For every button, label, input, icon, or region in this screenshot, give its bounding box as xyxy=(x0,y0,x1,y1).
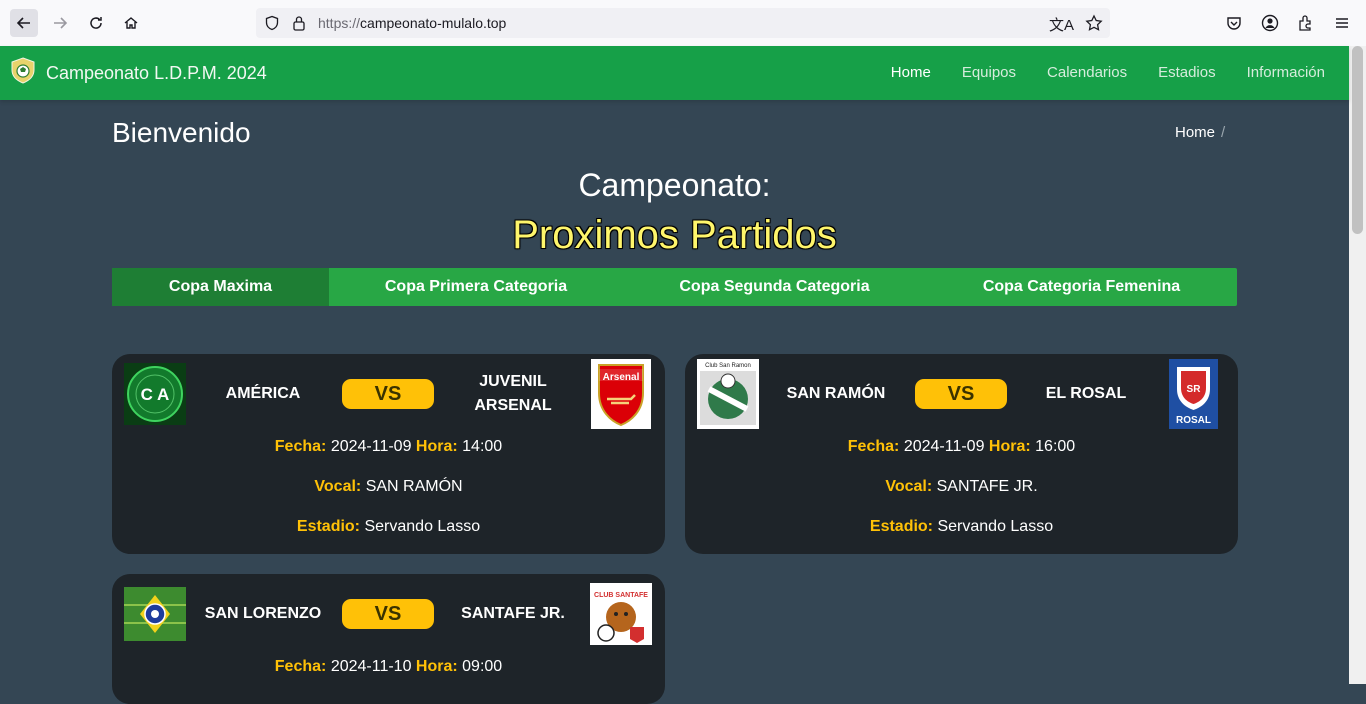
estadio-label: Estadio: xyxy=(296,518,361,535)
san-ramon-logo-text: Club San Ramon xyxy=(705,363,751,369)
account-icon[interactable] xyxy=(1260,13,1280,33)
heading-campeonato: Campeonato: xyxy=(578,167,771,203)
vs-badge: VS xyxy=(915,379,1007,409)
estadio-value: Servando Lasso xyxy=(937,518,1054,535)
shield-icon[interactable] xyxy=(264,15,280,31)
svg-text:SR: SR xyxy=(1187,384,1202,395)
hora-label: Hora: xyxy=(988,438,1031,455)
america-logo-text: C A xyxy=(141,385,170,404)
match-estadio: Estadio: Servando Lasso xyxy=(685,518,1238,536)
address-bar[interactable]: https://campeonato-mulalo.top 文A xyxy=(256,8,1110,38)
fecha-value: 2024-11-09 xyxy=(903,438,985,455)
browser-toolbar: https://campeonato-mulalo.top 文A xyxy=(0,0,1366,47)
fecha-label: Fecha: xyxy=(274,658,327,675)
san-lorenzo-logo-icon xyxy=(124,587,186,641)
breadcrumb-home[interactable]: Home xyxy=(1175,124,1215,141)
translate-icon[interactable]: 文A xyxy=(1049,14,1074,35)
nav-home[interactable]: Home xyxy=(891,64,931,81)
back-button[interactable] xyxy=(10,9,38,37)
hora-label: Hora: xyxy=(415,438,458,455)
home-icon xyxy=(124,17,138,29)
away-team-name: SANTAFE JR. xyxy=(461,605,565,622)
match-card: SAN LORENZO VS SANTAFE JR. CLUB SANTAFE … xyxy=(112,574,665,704)
forward-button[interactable] xyxy=(46,9,74,37)
pocket-icon[interactable] xyxy=(1224,13,1244,33)
santafe-logo-text: CLUB SANTAFE xyxy=(594,592,648,599)
vs-badge: VS xyxy=(342,599,434,629)
reload-button[interactable] xyxy=(82,9,110,37)
estadio-label: Estadio: xyxy=(869,518,934,535)
url-text[interactable]: https://campeonato-mulalo.top xyxy=(318,15,506,31)
match-card: Club San Ramon SAN RAMÓN VS EL ROSAL SR … xyxy=(685,354,1238,554)
san-ramon-logo-icon: Club San Ramon xyxy=(697,359,759,429)
santafe-logo-icon: CLUB SANTAFE xyxy=(590,583,652,645)
tab-copa-segunda-categoria[interactable]: Copa Segunda Categoria xyxy=(623,268,926,306)
extensions-icon[interactable] xyxy=(1296,13,1316,33)
nav-informacion[interactable]: Información xyxy=(1247,64,1325,81)
match-datetime: Fecha: 2024-11-09 Hora: 16:00 xyxy=(685,438,1238,456)
nav-equipos[interactable]: Equipos xyxy=(962,64,1016,81)
vocal-label: Vocal: xyxy=(314,478,362,495)
away-team-name: JUVENIL ARSENAL xyxy=(474,373,552,414)
match-estadio: Estadio: Servando Lasso xyxy=(112,518,665,536)
page-scrollbar[interactable] xyxy=(1349,46,1366,684)
arsenal-logo-icon: Arsenal xyxy=(591,359,651,429)
america-logo-icon: C A xyxy=(124,363,186,425)
cup-tabs: Copa Maxima Copa Primera Categoria Copa … xyxy=(112,268,1237,306)
hora-value: 09:00 xyxy=(462,658,503,675)
hora-label: Hora: xyxy=(415,658,458,675)
el-rosal-logo-icon: SR ROSAL xyxy=(1169,359,1218,429)
breadcrumb-separator: / xyxy=(1221,124,1226,141)
match-datetime: Fecha: 2024-11-09 Hora: 14:00 xyxy=(112,438,665,456)
vocal-label: Vocal: xyxy=(885,478,933,495)
home-team-name: SAN RAMÓN xyxy=(786,385,886,402)
scrollbar-thumb[interactable] xyxy=(1352,46,1363,234)
tab-copa-primera-categoria[interactable]: Copa Primera Categoria xyxy=(329,268,623,306)
forward-arrow-icon xyxy=(54,17,68,29)
nav-estadios[interactable]: Estadios xyxy=(1158,64,1216,81)
match-card: C A AMÉRICA VS JUVENIL ARSENAL Arsenal F… xyxy=(112,354,665,554)
hora-value: 14:00 xyxy=(462,438,503,455)
page-title: Bienvenido xyxy=(112,117,251,148)
fecha-value: 2024-11-10 xyxy=(330,658,412,675)
tab-copa-maxima[interactable]: Copa Maxima xyxy=(112,268,329,306)
el-rosal-logo-text: ROSAL xyxy=(1176,415,1211,426)
heading-proximos-partidos: Proximos Partidos xyxy=(512,213,837,257)
vs-badge: VS xyxy=(342,379,434,409)
fecha-label: Fecha: xyxy=(274,438,327,455)
match-vocal: Vocal: SAN RAMÓN xyxy=(112,478,665,496)
nav-calendarios[interactable]: Calendarios xyxy=(1047,64,1127,81)
breadcrumb: Home / xyxy=(1175,124,1225,141)
estadio-value: Servando Lasso xyxy=(364,518,481,535)
vocal-value: SANTAFE JR. xyxy=(936,478,1038,495)
bookmark-star-icon[interactable] xyxy=(1085,14,1103,32)
league-logo-icon[interactable] xyxy=(10,56,36,84)
vocal-value: SAN RAMÓN xyxy=(365,478,463,495)
arsenal-logo-text: Arsenal xyxy=(603,372,640,383)
main-navigation: Home Equipos Calendarios Estadios Inform… xyxy=(860,64,1325,81)
reload-icon xyxy=(90,17,102,29)
hora-value: 16:00 xyxy=(1035,438,1076,455)
brand-title[interactable]: Campeonato L.D.P.M. 2024 xyxy=(46,63,267,84)
home-button[interactable] xyxy=(117,9,145,37)
site-navbar: Campeonato L.D.P.M. 2024 Home Equipos Ca… xyxy=(0,46,1349,100)
lock-icon[interactable] xyxy=(292,14,306,32)
fecha-value: 2024-11-09 xyxy=(330,438,412,455)
tab-copa-categoria-femenina[interactable]: Copa Categoria Femenina xyxy=(926,268,1237,306)
home-team-name: SAN LORENZO xyxy=(204,605,322,622)
home-team-name: AMÉRICA xyxy=(225,385,301,402)
away-team-name: EL ROSAL xyxy=(1045,385,1127,402)
match-datetime: Fecha: 2024-11-10 Hora: 09:00 xyxy=(112,658,665,676)
back-arrow-icon xyxy=(16,17,30,29)
match-vocal: Vocal: SANTAFE JR. xyxy=(685,478,1238,496)
url-protocol: https:// xyxy=(318,15,361,31)
fecha-label: Fecha: xyxy=(847,438,900,455)
url-host: campeonato-mulalo.top xyxy=(360,15,507,31)
menu-icon[interactable] xyxy=(1332,13,1352,33)
